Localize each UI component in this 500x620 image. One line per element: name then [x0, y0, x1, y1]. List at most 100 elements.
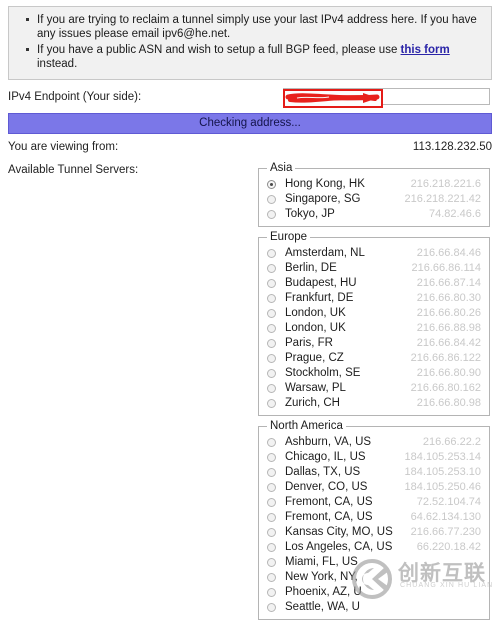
tunnel-server-radio[interactable]: [267, 468, 276, 477]
tunnel-server-name: Amsterdam, NL: [285, 247, 365, 259]
tunnel-server-radio[interactable]: [267, 249, 276, 258]
tunnel-server-option[interactable]: Amsterdam, NL 216.66.84.46: [265, 246, 483, 261]
region-fieldset-north-america: North America Ashburn, VA, US 216.66.22.2 C…: [258, 420, 490, 620]
tunnel-server-ip: 216.66.80.98: [416, 397, 481, 409]
tunnel-server-option[interactable]: Los Angeles, CA, US 66.220.18.42: [265, 540, 483, 555]
tunnel-server-radio[interactable]: [267, 324, 276, 333]
tunnel-server-option[interactable]: Zurich, CH 216.66.80.98: [265, 396, 483, 411]
tunnel-server-ip: 216.218.221.6: [410, 178, 481, 190]
tunnel-server-ip: 184.105.253.10: [404, 466, 481, 478]
tunnel-server-radio[interactable]: [267, 195, 276, 204]
tunnel-server-ip: 216.66.87.14: [416, 277, 481, 289]
tunnel-server-ip: 66.220.18.42: [416, 541, 481, 553]
tunnel-server-name: Budapest, HU: [285, 277, 357, 289]
viewing-from-row: You are viewing from: 113.128.232.50: [8, 141, 492, 155]
tunnel-server-option[interactable]: Chicago, IL, US 184.105.253.14: [265, 450, 483, 465]
tunnel-server-radio[interactable]: [267, 498, 276, 507]
tunnel-servers-column: Asia Hong Kong, HK 216.218.221.6 Singapore,…: [258, 162, 490, 620]
tunnel-server-name: London, UK: [285, 307, 346, 319]
tunnel-server-radio[interactable]: [267, 453, 276, 462]
tunnel-server-ip: 216.66.80.162: [410, 382, 481, 394]
tunnel-server-option[interactable]: London, UK 216.66.88.98: [265, 321, 483, 336]
tunnel-server-radio[interactable]: [267, 309, 276, 318]
tunnel-server-option[interactable]: Stockholm, SE 216.66.80.90: [265, 366, 483, 381]
tunnel-server-radio[interactable]: [267, 294, 276, 303]
region-legend: Asia: [270, 162, 293, 174]
tunnel-server-option[interactable]: Paris, FR 216.66.84.42: [265, 336, 483, 351]
region-fieldset-europe: Europe Amsterdam, NL 216.66.84.46 Berlin, D…: [258, 231, 490, 416]
ipv4-endpoint-row: IPv4 Endpoint (Your side):: [8, 88, 492, 110]
tunnel-server-option[interactable]: Fremont, CA, US 64.62.134.130: [265, 510, 483, 525]
tunnel-server-name: Chicago, IL, US: [285, 451, 366, 463]
tunnel-server-option[interactable]: Miami, FL, US: [265, 555, 483, 570]
tunnel-server-radio[interactable]: [267, 528, 276, 537]
tunnel-server-option[interactable]: Hong Kong, HK 216.218.221.6: [265, 177, 483, 192]
tunnel-server-option[interactable]: Fremont, CA, US 72.52.104.74: [265, 495, 483, 510]
redaction-annotation: [283, 89, 383, 108]
tunnel-server-ip: 216.66.77.230: [410, 526, 481, 538]
tunnel-server-radio[interactable]: [267, 339, 276, 348]
tunnel-server-ip: 216.66.80.90: [416, 367, 481, 379]
tunnel-server-radio[interactable]: [267, 210, 276, 219]
tunnel-server-option[interactable]: Singapore, SG 216.218.221.42: [265, 192, 483, 207]
tunnel-server-ip: 216.66.22.2: [422, 436, 481, 448]
tunnel-server-name: Tokyo, JP: [285, 208, 335, 220]
tunnel-server-name: Zurich, CH: [285, 397, 340, 409]
tunnel-server-option[interactable]: Denver, CO, US 184.105.250.46: [265, 480, 483, 495]
tunnel-server-option[interactable]: Dallas, TX, US 184.105.253.10: [265, 465, 483, 480]
tunnel-server-option[interactable]: London, UK 216.66.80.26: [265, 306, 483, 321]
tunnel-server-radio[interactable]: [267, 558, 276, 567]
tunnel-server-option[interactable]: Seattle, WA, U: [265, 600, 483, 615]
tunnel-server-ip: 216.66.84.46: [416, 247, 481, 259]
tunnel-server-name: Fremont, CA, US: [285, 511, 373, 523]
tunnel-server-name: New York, NY,: [285, 571, 358, 583]
region-legend: North America: [270, 420, 343, 432]
tunnel-server-option[interactable]: Budapest, HU 216.66.87.14: [265, 276, 483, 291]
notice-item-text: If you have a public ASN and wish to set…: [37, 44, 401, 56]
tunnel-server-name: Los Angeles, CA, US: [285, 541, 393, 553]
tunnel-server-radio[interactable]: [267, 603, 276, 612]
region-legend: Europe: [270, 231, 308, 243]
tunnel-server-option[interactable]: New York, NY,: [265, 570, 483, 585]
tunnel-server-radio[interactable]: [267, 264, 276, 273]
tunnel-server-radio[interactable]: [267, 369, 276, 378]
tunnel-server-ip: 184.105.253.14: [404, 451, 481, 463]
tunnel-server-name: London, UK: [285, 322, 346, 334]
tunnel-server-name: Miami, FL, US: [285, 556, 358, 568]
tunnel-server-radio[interactable]: [267, 483, 276, 492]
tunnel-server-name: Warsaw, PL: [285, 382, 346, 394]
tunnel-server-radio[interactable]: [267, 513, 276, 522]
tunnel-server-option[interactable]: Phoenix, AZ, U: [265, 585, 483, 600]
tunnel-server-option[interactable]: Tokyo, JP 74.82.46.6: [265, 207, 483, 222]
this-form-link[interactable]: this form: [401, 44, 450, 56]
notice-item-text-after: instead.: [37, 58, 78, 70]
checking-address-status-bar: Checking address...: [8, 113, 492, 134]
tunnel-server-name: Kansas City, MO, US: [285, 526, 393, 538]
tunnel-server-name: Prague, CZ: [285, 352, 344, 364]
tunnel-server-name: Ashburn, VA, US: [285, 436, 372, 448]
tunnel-server-option[interactable]: Ashburn, VA, US 216.66.22.2: [265, 435, 483, 450]
viewing-from-value: 113.128.232.50: [412, 141, 492, 153]
tunnel-server-radio[interactable]: [267, 438, 276, 447]
tunnel-server-name: Stockholm, SE: [285, 367, 361, 379]
tunnel-server-option[interactable]: Kansas City, MO, US 216.66.77.230: [265, 525, 483, 540]
tunnel-server-ip: 216.66.84.42: [416, 337, 481, 349]
notice-box: If you are trying to reclaim a tunnel si…: [8, 6, 492, 80]
tunnel-server-option[interactable]: Prague, CZ 216.66.86.122: [265, 351, 483, 366]
tunnel-server-option[interactable]: Warsaw, PL 216.66.80.162: [265, 381, 483, 396]
ipv4-endpoint-label: IPv4 Endpoint (Your side):: [8, 91, 142, 103]
tunnel-server-ip: 216.66.88.98: [416, 322, 481, 334]
region-fieldset-asia: Asia Hong Kong, HK 216.218.221.6 Singapore,…: [258, 162, 490, 227]
tunnel-server-radio[interactable]: [267, 573, 276, 582]
tunnel-server-radio[interactable]: [267, 354, 276, 363]
tunnel-server-option[interactable]: Frankfurt, DE 216.66.80.30: [265, 291, 483, 306]
tunnel-server-radio[interactable]: [267, 279, 276, 288]
tunnel-server-radio[interactable]: [267, 543, 276, 552]
tunnel-server-option[interactable]: Berlin, DE 216.66.86.114: [265, 261, 483, 276]
tunnel-server-radio[interactable]: [267, 399, 276, 408]
tunnel-server-radio[interactable]: [267, 384, 276, 393]
tunnel-server-radio[interactable]: [267, 588, 276, 597]
available-tunnel-servers-label: Available Tunnel Servers:: [8, 164, 139, 176]
notice-item: If you are trying to reclaim a tunnel si…: [26, 13, 481, 41]
tunnel-server-radio[interactable]: [267, 180, 276, 189]
